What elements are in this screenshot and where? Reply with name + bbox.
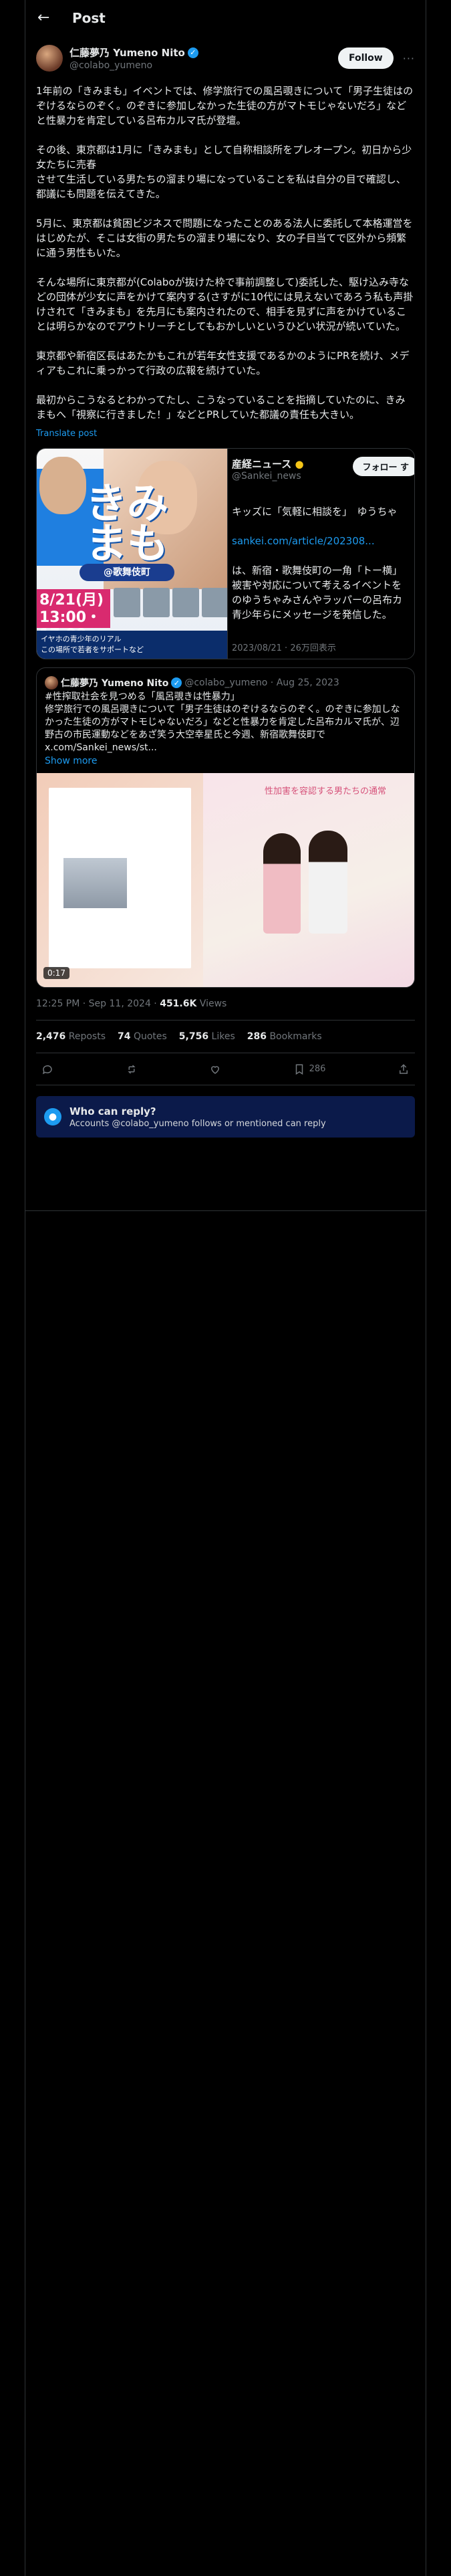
building-photo: [63, 858, 127, 908]
document-screenshot: [49, 788, 191, 968]
engagement-stats: 2,476 Reposts 74 Quotes 5,756 Likes 286 …: [36, 1021, 415, 1053]
divider: [25, 1210, 427, 1211]
view-count: 451.6K: [160, 998, 197, 1009]
more-options-icon[interactable]: ···: [403, 52, 415, 65]
avatar[interactable]: [36, 45, 63, 72]
action-bar: 286: [36, 1053, 415, 1085]
video-person: [308, 831, 347, 934]
author-display-name[interactable]: 仁藤夢乃 Yumeno Nito: [69, 45, 185, 60]
post: 仁藤夢乃 Yumeno Nito ✓ @colabo_yumeno Follow…: [25, 42, 426, 1138]
reply-title: Who can reply?: [69, 1105, 156, 1117]
reply-subtitle: Accounts @colabo_yumeno follows or menti…: [69, 1118, 326, 1129]
quote-video[interactable]: 性加害を容認する男たちの通常 0:17: [37, 773, 414, 987]
show-more-link[interactable]: Show more: [37, 754, 414, 773]
news-meta: 2023/08/21 · 26万回表示: [232, 643, 336, 653]
post-time[interactable]: 12:25 PM · Sep 11, 2024 ·: [36, 998, 160, 1009]
share-icon[interactable]: [398, 1063, 410, 1075]
news-link: sankei.com/article/202308...: [232, 535, 375, 547]
bookmarks-stat[interactable]: 286 Bookmarks: [247, 1031, 322, 1042]
top-bar: ← Post: [25, 0, 426, 35]
repost-icon[interactable]: [126, 1063, 138, 1075]
news-text: キッズに「気軽に相談を」 ゆうちゃ: [232, 506, 398, 518]
author-handle[interactable]: @colabo_yumeno: [69, 60, 338, 71]
speaker-thumb: [143, 588, 170, 617]
quote-handle-date: @colabo_yumeno · Aug 25, 2023: [184, 677, 339, 688]
reposts-stat[interactable]: 2,476 Reposts: [36, 1031, 106, 1042]
quotes-stat[interactable]: 74 Quotes: [118, 1031, 167, 1042]
news-screenshot[interactable]: 産経ニュース ● @Sankei_news フォロー す キッズに「気軽に相談を…: [227, 449, 414, 659]
quote-author-name: 仁藤夢乃 Yumeno Nito: [61, 678, 169, 689]
flyer-subtitle: @歌舞伎町: [80, 564, 174, 581]
user-icon: ●: [44, 1108, 61, 1125]
flyer-title: きみ まも: [85, 479, 168, 568]
quote-text: #性搾取社会を見つめる「風呂覗きは性暴力」 修学旅行での風呂覗きについて「男子生…: [45, 691, 400, 753]
flyer-footer: イヤホの青少年のリアル この場所で若者をサポートなど: [37, 631, 227, 659]
bookmark-icon[interactable]: 286: [293, 1063, 325, 1075]
flyer-date: 8/21(月) 13:00・17:00: [37, 589, 110, 643]
who-can-reply-notice: ● Who can reply? Accounts @colabo_yumeno…: [36, 1096, 415, 1138]
main-column: ← Post 仁藤夢乃 Yumeno Nito ✓ @colabo_yumeno…: [25, 0, 427, 2576]
back-arrow-icon[interactable]: ←: [37, 9, 61, 26]
video-caption: 性加害を容認する男たちの通常: [264, 786, 386, 796]
like-icon[interactable]: [209, 1063, 221, 1075]
news-follow-button: フォロー す: [353, 457, 414, 476]
post-text: 1年前の「きみまも」イベントでは、修学旅行での風呂覗きについて「男子生徒はのぞけ…: [36, 85, 414, 421]
media-cards: きみ まも @歌舞伎町 8/21(月) 13:00・17:00 イヤホの青少年の…: [36, 448, 415, 659]
likes-stat[interactable]: 5,756 Likes: [179, 1031, 235, 1042]
speaker-thumb: [172, 588, 199, 617]
page-title: Post: [72, 9, 106, 26]
verified-badge-icon: ✓: [187, 47, 198, 58]
post-meta: 12:25 PM · Sep 11, 2024 · 451.6K Views: [36, 998, 415, 1021]
news-text-2: は、新宿・歌舞伎町の一角「トー横」 被害や対応について考えるイベントを のゆうち…: [232, 564, 403, 621]
event-flyer-image[interactable]: きみ まも @歌舞伎町 8/21(月) 13:00・17:00 イヤホの青少年の…: [37, 449, 227, 659]
speaker-thumb: [202, 588, 227, 617]
verified-badge-icon: ✓: [171, 677, 182, 688]
follow-button[interactable]: Follow: [337, 47, 394, 69]
video-person: [263, 833, 301, 934]
quoted-post[interactable]: 仁藤夢乃 Yumeno Nito ✓ @colabo_yumeno · Aug …: [36, 667, 415, 988]
quote-avatar: [45, 676, 58, 689]
speaker-thumb: [114, 588, 140, 617]
post-author: 仁藤夢乃 Yumeno Nito ✓ @colabo_yumeno Follow…: [36, 42, 415, 74]
reply-icon[interactable]: [41, 1063, 53, 1075]
translate-link[interactable]: Translate post: [36, 429, 415, 439]
video-duration: 0:17: [43, 967, 69, 979]
